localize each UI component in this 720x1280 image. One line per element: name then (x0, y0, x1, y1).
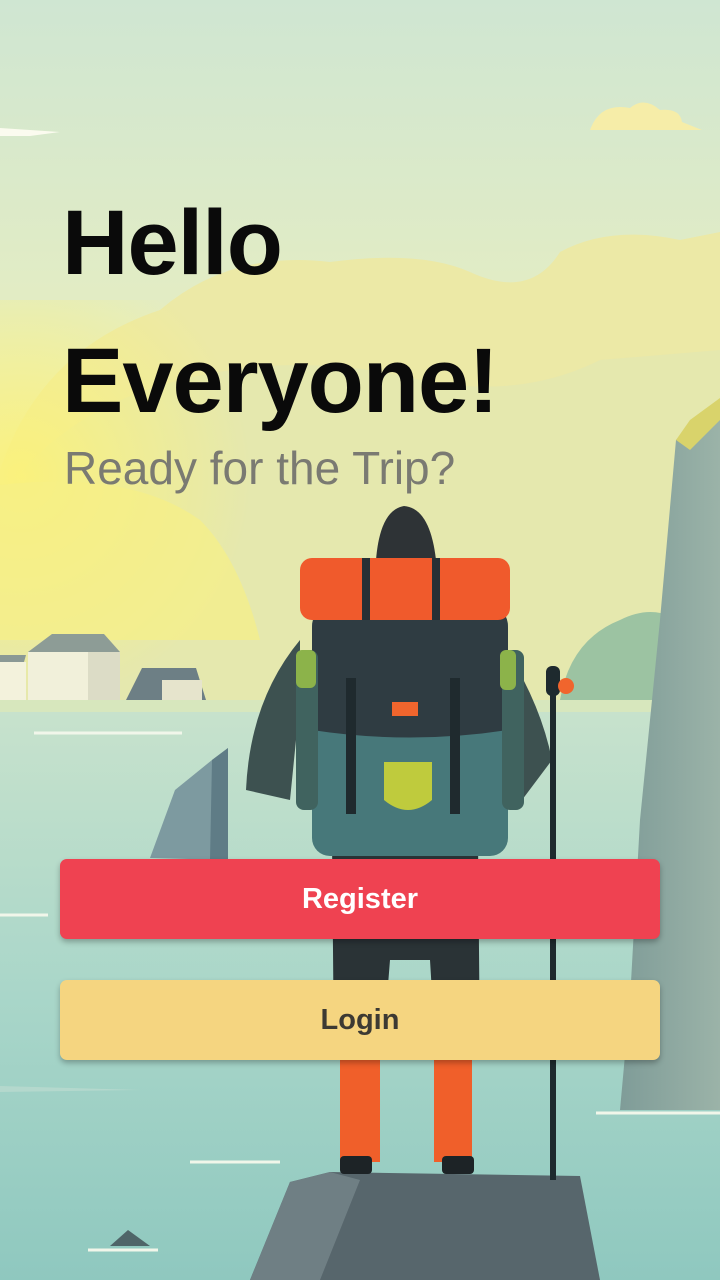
welcome-subtitle: Ready for the Trip? (64, 442, 456, 494)
welcome-title-line2: Everyone! (62, 330, 499, 432)
welcome-title: Hello Everyone! (62, 174, 662, 450)
welcome-screen: Hello Everyone! Ready for the Trip? Regi… (0, 0, 720, 1280)
welcome-title-line1: Hello (62, 192, 283, 294)
register-button[interactable]: Register (60, 859, 660, 939)
login-button[interactable]: Login (60, 980, 660, 1060)
